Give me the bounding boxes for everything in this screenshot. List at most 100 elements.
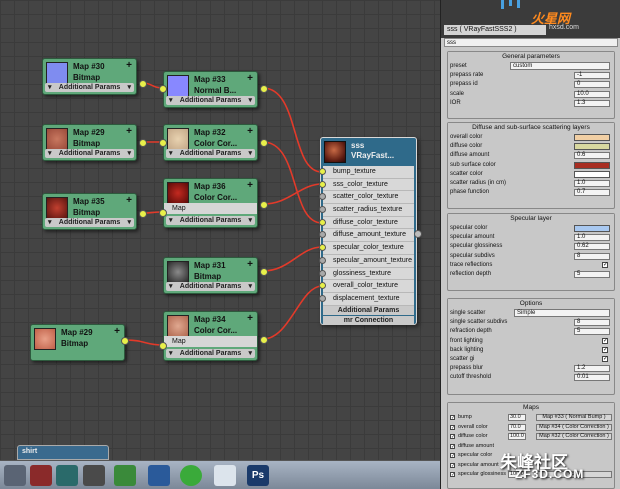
diffuse-amount-spinner[interactable]: 0.6 (574, 152, 610, 160)
node-map30[interactable]: Map #30 Bitmap + Additional Params (42, 58, 147, 95)
browser-icon[interactable] (180, 465, 202, 486)
prepass-rate-spinner[interactable]: -1 (574, 72, 610, 80)
material-name-field[interactable]: sss (444, 38, 618, 47)
trace-reflections-checkbox[interactable]: ✓ (602, 261, 608, 268)
output-socket[interactable] (260, 201, 268, 209)
output-socket[interactable] (139, 80, 147, 88)
input-socket[interactable] (159, 85, 167, 93)
map-enable-checkbox[interactable]: ✓ (450, 453, 455, 459)
photoshop-icon[interactable]: Ps (247, 465, 269, 486)
map-enable-checkbox[interactable]: ✓ (450, 424, 455, 430)
additional-params-rollout[interactable]: Additional Params (166, 149, 255, 158)
single-scatter-subdivs-spinner[interactable]: 8 (574, 319, 610, 327)
slot-socket[interactable] (319, 218, 326, 226)
additional-params-rollout[interactable]: Additional Params (45, 83, 134, 92)
options-rollout[interactable]: Options single scatter Simple single scat… (447, 298, 615, 395)
slot-socket[interactable] (319, 231, 326, 239)
expand-icon[interactable]: + (126, 195, 132, 206)
slot-specular-amount-texture[interactable]: specular_amount_texture (319, 254, 414, 268)
map-enable-checkbox[interactable]: ✓ (450, 434, 455, 440)
prepass-id-spinner[interactable]: 0 (574, 81, 610, 89)
specular-subdivs-spinner[interactable]: 8 (574, 252, 610, 260)
output-socket[interactable] (260, 336, 268, 344)
single-scatter-dropdown[interactable]: Simple (514, 309, 610, 317)
cutoff-threshold-spinner[interactable]: 0.01 (574, 374, 610, 382)
map-amount-spinner[interactable]: 70.0 (508, 423, 526, 431)
output-socket[interactable] (139, 210, 147, 218)
slot-scatter-color-texture[interactable]: scatter_color_texture (319, 191, 414, 205)
phase-function-spinner[interactable]: 0.7 (574, 189, 610, 197)
specular-color-swatch[interactable] (574, 225, 610, 232)
specular-layer-rollout[interactable]: Specular layer specular color specular a… (447, 213, 615, 291)
front-lighting-checkbox[interactable]: ✓ (602, 337, 608, 344)
slot-socket[interactable] (319, 282, 326, 290)
additional-params-rollout[interactable]: Additional Params (323, 306, 414, 315)
taskbar-app-icon[interactable] (114, 465, 136, 486)
expand-icon[interactable]: + (126, 60, 132, 71)
input-socket[interactable] (159, 209, 167, 217)
additional-params-rollout[interactable]: Additional Params (45, 149, 134, 158)
slot-socket[interactable] (319, 206, 326, 214)
expand-icon[interactable]: + (247, 313, 253, 324)
taskbar-app-icon[interactable] (4, 465, 26, 486)
map-slot-button[interactable]: Map #34 ( Color Correction ) (536, 423, 612, 431)
prepass-blur-spinner[interactable]: 1.2 (574, 365, 610, 373)
node-map35[interactable]: Map #35 Bitmap + Additional Params (42, 193, 147, 230)
zbrush-icon[interactable] (83, 465, 105, 486)
node-map34[interactable]: Map #34 Color Cor... + Map Additional Pa… (159, 311, 268, 361)
node-map36[interactable]: Map #36 Color Cor... + Map Additional Pa… (159, 178, 268, 228)
node-map29-copy[interactable]: Map #29 Bitmap + (30, 324, 129, 361)
diffuse-sss-rollout[interactable]: Diffuse and sub-surface scattering layer… (447, 122, 615, 209)
node-vrayfastsss2[interactable]: sss VRayFast... bump_texture sss_color_t… (319, 137, 422, 325)
scatter-color-swatch[interactable] (574, 170, 610, 178)
refraction-depth-spinner[interactable]: 5 (574, 328, 610, 336)
additional-params-rollout[interactable]: Additional Params (166, 282, 255, 291)
input-socket[interactable] (159, 139, 167, 147)
map-enable-checkbox[interactable]: ✓ (450, 462, 455, 468)
overall-color-swatch[interactable] (574, 134, 610, 141)
output-socket[interactable] (260, 139, 268, 147)
map-amount-spinner[interactable]: 30.0 (508, 414, 526, 421)
scatter-gi-checkbox[interactable]: ✓ (602, 355, 608, 362)
diffuse-color-swatch[interactable] (574, 143, 610, 151)
slot-displacement-texture[interactable]: displacement_texture (319, 292, 414, 306)
node-map33[interactable]: Map #33 Normal B... + Additional Params (159, 71, 268, 108)
map-slot-button[interactable]: Map #32 ( Color Correction ) (536, 433, 612, 440)
output-socket[interactable] (139, 139, 147, 147)
slot-socket[interactable] (319, 180, 326, 188)
node-map31[interactable]: Map #31 Bitmap + Additional Params (163, 257, 268, 294)
node-map29[interactable]: Map #29 Bitmap + Additional Params (42, 124, 147, 161)
expand-icon[interactable]: + (247, 259, 253, 270)
slot-sss-color-texture[interactable]: sss_color_texture (319, 178, 414, 192)
expand-icon[interactable]: + (247, 73, 253, 84)
ior-spinner[interactable]: 1.3 (574, 99, 610, 107)
additional-params-rollout[interactable]: Additional Params (45, 218, 134, 227)
slot-socket[interactable] (319, 244, 326, 252)
map-enable-checkbox[interactable]: ✓ (450, 443, 455, 449)
shirt-node-tab[interactable]: shirt (17, 445, 109, 460)
slot-diffuse-color-texture[interactable]: diffuse_color_texture (319, 216, 414, 230)
expand-icon[interactable]: + (126, 126, 132, 137)
map-input-slot[interactable]: Map (164, 203, 257, 214)
slot-scatter-radius-texture[interactable]: scatter_radius_texture (319, 204, 414, 217)
taskbar-app-icon[interactable] (214, 465, 236, 486)
slot-overall-color-texture[interactable]: overall_color_texture (319, 280, 414, 293)
scale-spinner[interactable]: 10.0 (574, 90, 610, 98)
mr-connection-rollout[interactable]: mr Connection (323, 316, 414, 325)
expand-icon[interactable]: + (114, 326, 120, 337)
specular-amount-spinner[interactable]: 1.0 (574, 234, 610, 242)
output-socket[interactable] (260, 268, 268, 276)
output-socket[interactable] (414, 230, 422, 238)
slot-socket[interactable] (319, 193, 326, 201)
additional-params-rollout[interactable]: Additional Params (166, 96, 255, 105)
node-map32[interactable]: Map #32 Color Cor... + Additional Params (159, 124, 268, 161)
preset-dropdown[interactable]: custom (510, 62, 610, 70)
map-input-slot[interactable]: Map (164, 336, 257, 347)
node-editor-viewport[interactable]: Map #30 Bitmap + Additional Params Map #… (0, 0, 440, 460)
slot-bump-texture[interactable]: bump_texture (319, 166, 414, 179)
general-parameters-rollout[interactable]: General parameters preset custom prepass … (447, 51, 615, 119)
input-socket[interactable] (159, 342, 167, 350)
scatter-radius-spinner[interactable]: 1.0 (574, 179, 610, 187)
slot-diffuse-amount-texture[interactable]: diffuse_amount_texture (319, 229, 414, 243)
map-amount-spinner[interactable]: 100.0 (508, 433, 526, 440)
